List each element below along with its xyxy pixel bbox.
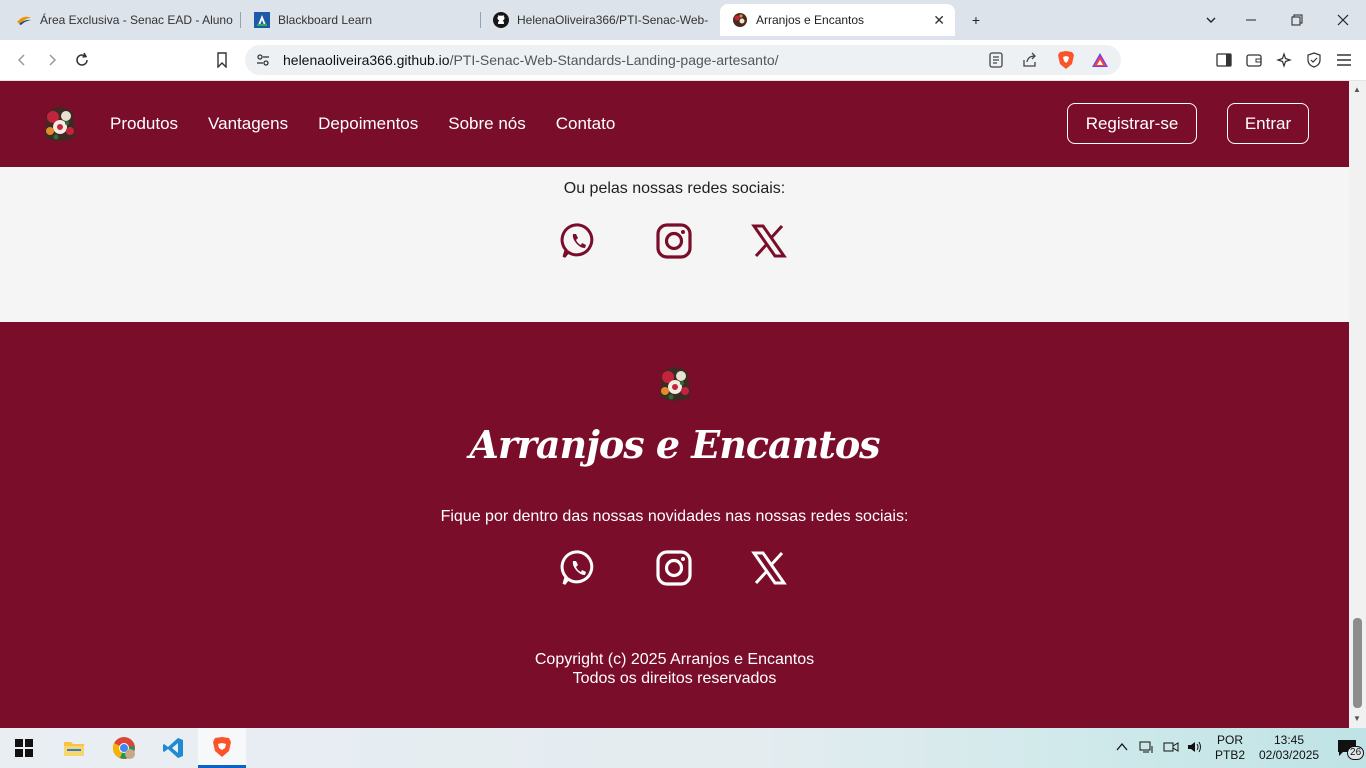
nav-sobre-nos[interactable]: Sobre nós [448,114,526,134]
senac-favicon-icon [16,12,32,28]
blackboard-favicon-icon [254,12,270,28]
vpn-icon[interactable] [1304,50,1324,70]
nav-vantagens[interactable]: Vantagens [208,114,288,134]
restore-icon[interactable] [1274,0,1320,40]
clock-date: 02/03/2025 [1258,748,1320,762]
footer-social-prompt: Fique por dentro das nossas novidades na… [440,508,909,525]
scroll-down-icon[interactable]: ▼ [1353,714,1361,723]
site-footer: Arranjos e Encantos Fique por dentro das… [0,322,1349,728]
clock[interactable]: 13:45 02/03/2025 [1257,733,1321,763]
whatsapp-icon[interactable] [560,222,598,260]
file-explorer-icon[interactable] [50,728,98,768]
nav-produtos[interactable]: Produtos [110,114,178,134]
close-tab-icon[interactable]: ✕ [933,12,945,29]
reload-icon[interactable] [70,48,94,72]
site-logo[interactable] [41,103,79,143]
lang-bottom: PTB2 [1215,748,1246,762]
site-header: Produtos Vantagens Depoimentos Sobre nós… [0,81,1349,167]
taskbar: POR PTB2 13:45 02/03/2025 26 [0,728,1366,768]
brave-taskbar-icon[interactable] [198,728,246,768]
page-scrollbar[interactable]: ▲ ▼ [1349,81,1366,728]
tab-senac-ead[interactable]: Área Exclusiva - Senac EAD - Aluno [8,4,240,36]
back-icon[interactable] [10,48,34,72]
chrome-icon[interactable] [100,728,148,768]
url-host: helenaoliveira366.github.io [283,52,450,68]
new-tab-button[interactable]: + [953,0,999,40]
vscode-icon[interactable] [149,728,197,768]
social-links [0,222,1349,262]
browser-toolbar: helenaoliveira366.github.io/PTI-Senac-We… [0,40,1366,81]
clock-time: 13:45 [1274,733,1305,747]
reader-mode-icon[interactable] [987,51,1005,74]
tab-separator [240,12,241,28]
url-text: helenaoliveira366.github.io/PTI-Senac-We… [283,52,779,68]
notification-count: 26 [1347,746,1365,760]
start-icon[interactable] [0,728,48,768]
wallet-icon[interactable] [1244,50,1264,70]
input-language[interactable]: POR PTB2 [1215,733,1245,763]
footer-logo [656,363,694,403]
copyright-line-1: Copyright (c) 2025 Arranjos e Encantos [534,651,815,668]
site-info-icon[interactable] [255,52,271,73]
brave-shields-icon[interactable] [1057,50,1075,75]
main-nav: Produtos Vantagens Depoimentos Sobre nós… [110,114,615,134]
arranjos-favicon-icon [732,12,748,28]
brand-name: Arranjos e Encantos [469,422,880,467]
share-icon[interactable] [1021,51,1039,74]
copyright: Copyright (c) 2025 Arranjos e Encantos T… [0,650,1349,688]
network-icon[interactable] [1139,740,1155,757]
sidebar-icon[interactable] [1214,50,1234,70]
bookmark-icon[interactable] [210,48,234,72]
menu-icon[interactable] [1334,50,1354,70]
lang-top: POR [1217,733,1244,747]
nav-depoimentos[interactable]: Depoimentos [318,114,418,134]
instagram-icon[interactable] [655,222,693,260]
tab-strip: Área Exclusiva - Senac EAD - Aluno Black… [0,0,1366,40]
tab-title: Blackboard Learn [278,13,373,27]
brave-rewards-icon[interactable] [1091,51,1109,74]
tab-blackboard[interactable]: Blackboard Learn [246,4,478,36]
copyright-line-2: Todos os direitos reservados [572,670,777,687]
minimize-icon[interactable] [1228,0,1274,40]
register-button[interactable]: Registrar-se [1067,103,1197,144]
system-tray: POR PTB2 13:45 02/03/2025 26 [1115,728,1365,768]
tab-title: Arranjos e Encantos [756,13,865,27]
notifications-icon[interactable]: 26 [1337,736,1365,760]
whatsapp-icon[interactable] [560,549,598,587]
meet-now-icon[interactable] [1163,740,1179,757]
footer-social-links [0,549,1349,589]
x-icon[interactable] [750,549,788,587]
tray-chevron-icon[interactable] [1115,741,1129,755]
close-window-icon[interactable] [1320,0,1366,40]
url-path: /PTI-Senac-Web-Standards-Landing-page-ar… [449,52,779,68]
volume-icon[interactable] [1187,740,1203,757]
contact-social-section: Ou pelas nossas redes sociais: [0,167,1349,322]
login-button[interactable]: Entrar [1227,103,1309,144]
social-prompt: Ou pelas nossas redes sociais: [563,180,786,197]
tab-title: HelenaOliveira366/PTI-Senac-Web- [517,13,709,27]
nav-contato[interactable]: Contato [556,114,616,134]
x-icon[interactable] [750,222,788,260]
scroll-thumb[interactable] [1353,618,1362,708]
github-favicon-icon [493,12,509,28]
scroll-up-icon[interactable]: ▲ [1353,85,1361,94]
leo-ai-icon[interactable] [1274,50,1294,70]
tab-arranjos[interactable]: Arranjos e Encantos ✕ [720,4,955,36]
instagram-icon[interactable] [655,549,693,587]
page-viewport: Produtos Vantagens Depoimentos Sobre nós… [0,81,1349,728]
forward-icon[interactable] [40,48,64,72]
tab-separator [480,12,481,28]
tab-github[interactable]: HelenaOliveira366/PTI-Senac-Web- [485,4,717,36]
address-bar[interactable]: helenaoliveira366.github.io/PTI-Senac-We… [245,45,1121,75]
tab-title: Área Exclusiva - Senac EAD - Aluno [40,13,233,27]
